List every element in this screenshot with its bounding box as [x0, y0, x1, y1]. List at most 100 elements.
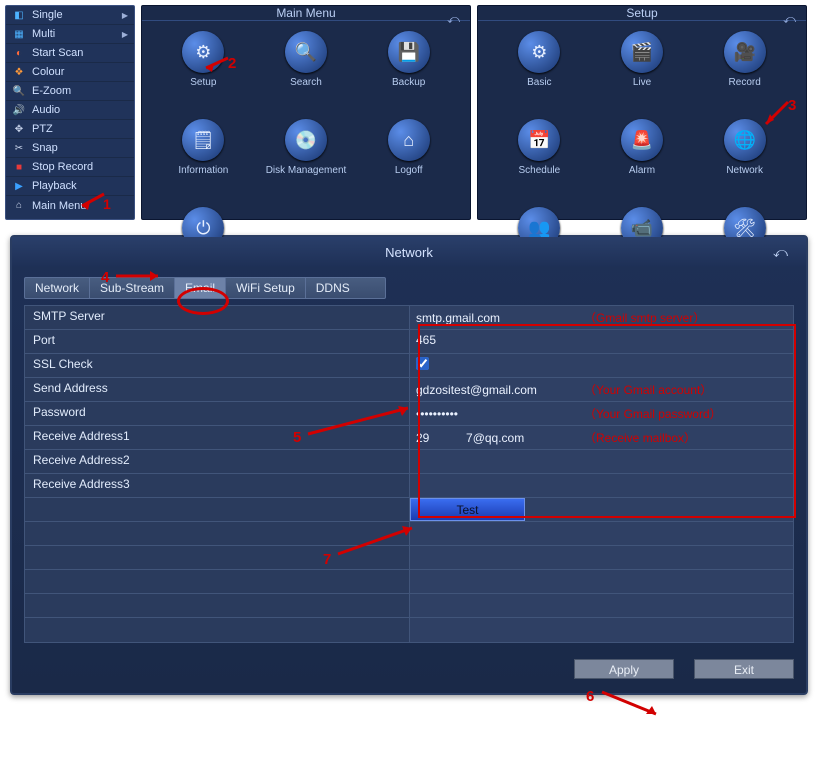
menu-item-snap[interactable]: ✂ Snap [6, 139, 134, 158]
submenu-arrow-icon: ▶ [122, 11, 128, 20]
e-zoom-icon: 🔍 [12, 84, 26, 98]
disk-management-icon: 💿 [285, 119, 327, 161]
menu-item-label: Start Scan [32, 47, 83, 59]
field-label: Receive Address2 [25, 450, 410, 473]
menu-item-label: Playback [32, 180, 77, 192]
audio-icon: 🔊 [12, 103, 26, 117]
tile-label: Basic [527, 77, 551, 88]
schedule-icon: 📅 [518, 119, 560, 161]
setup-tile-basic[interactable]: ⚙Basic [488, 31, 591, 111]
network-icon: 🌐 [724, 119, 766, 161]
form-row-send-address: Send Address（Your Gmail account） [25, 378, 793, 402]
empty-label [25, 498, 410, 521]
field-note: （Your Gmail password） [584, 405, 722, 422]
receive-address3-input[interactable] [416, 477, 576, 491]
tile-label: Alarm [629, 165, 655, 176]
email-settings-table: SMTP Server（Gmail smtp server）PortSSL Ch… [24, 305, 794, 643]
tile-label: Record [729, 77, 761, 88]
empty-value [410, 522, 793, 545]
menu-item-label: E-Zoom [32, 85, 71, 97]
menu-item-multi[interactable]: ▦Multi▶ [6, 25, 134, 44]
start-scan-icon: ◐ [12, 46, 26, 60]
receive-address2-input[interactable] [416, 453, 576, 467]
setup-tile-live[interactable]: 🎬 Live [591, 31, 694, 111]
menu-item-stop-record[interactable]: ■ Stop Record [6, 158, 134, 177]
menu-item-start-scan[interactable]: ◐ Start Scan [6, 44, 134, 63]
menu-item-label: Snap [32, 142, 58, 154]
tile-label: Live [633, 77, 651, 88]
field-note: （Receive mailbox） [584, 429, 696, 446]
send-address-input[interactable] [416, 383, 576, 397]
empty-label [25, 546, 410, 569]
main-menu-panel: Main Menu ⤺ ⚙Setup🔍Search💾Backup 🗒Informa… [141, 5, 471, 220]
mainmenu-tile-logoff[interactable]: ⌂Logoff [357, 119, 460, 199]
context-menu: ◧Single▶▦Multi▶ ◐ Start Scan ❖Colour 🔍 E-Zoom… [5, 5, 135, 220]
menu-item-colour[interactable]: ❖Colour [6, 63, 134, 82]
tile-label: Information [178, 165, 228, 176]
empty-value [410, 618, 793, 642]
field-label: Receive Address3 [25, 474, 410, 497]
setup-tile-schedule[interactable]: 📅 Schedule [488, 119, 591, 199]
tab-ddns[interactable]: DDNS [306, 278, 360, 298]
smtp-server-input[interactable] [416, 311, 576, 325]
field-value-cell [410, 474, 793, 497]
empty-label [25, 522, 410, 545]
field-label: SMTP Server [25, 306, 410, 329]
back-icon[interactable]: ⤺ [447, 12, 460, 27]
setup-icon: ⚙ [182, 31, 224, 73]
backup-icon: 💾 [388, 31, 430, 73]
tab-email[interactable]: Email [175, 278, 226, 298]
back-icon[interactable]: ⤺ [773, 244, 788, 261]
menu-item-label: Stop Record [32, 161, 93, 173]
menu-item-e-zoom[interactable]: 🔍 E-Zoom [6, 82, 134, 101]
record-icon: 🎥 [724, 31, 766, 73]
field-value-cell: （Your Gmail password） [410, 402, 793, 425]
tile-label: Schedule [518, 165, 560, 176]
field-label: Password [25, 402, 410, 425]
mainmenu-tile-backup[interactable]: 💾Backup [357, 31, 460, 111]
menu-item-ptz[interactable]: ✥PTZ [6, 120, 134, 139]
mainmenu-tile-disk-management[interactable]: 💿Disk Management [255, 119, 358, 199]
menu-item-audio[interactable]: 🔊Audio [6, 101, 134, 120]
mainmenu-tile-information[interactable]: 🗒Information [152, 119, 255, 199]
field-note: （Your Gmail account） [584, 381, 712, 398]
setup-title: Setup [626, 6, 657, 20]
ssl-check-checkbox[interactable] [416, 357, 429, 370]
panel-title: Main Menu ⤺ [142, 6, 470, 21]
colour-icon: ❖ [12, 65, 26, 79]
form-row-receive-address2: Receive Address2 [25, 450, 793, 474]
live-icon: 🎬 [621, 31, 663, 73]
form-row-port: Port [25, 330, 793, 354]
back-icon[interactable]: ⤺ [783, 12, 796, 27]
empty-value [410, 546, 793, 569]
setup-tile-record[interactable]: 🎥 Record [693, 31, 796, 111]
field-value-cell: （Your Gmail account） [410, 378, 793, 401]
menu-item-single[interactable]: ◧Single▶ [6, 6, 134, 25]
mainmenu-tile-search[interactable]: 🔍Search [255, 31, 358, 111]
password-input[interactable] [416, 407, 576, 421]
empty-row [25, 618, 793, 642]
tab-wifi-setup[interactable]: WiFi Setup [226, 278, 306, 298]
search-icon: 🔍 [285, 31, 327, 73]
tab-sub-stream[interactable]: Sub-Stream [90, 278, 175, 298]
form-row-password: Password （Your Gmail password） [25, 402, 793, 426]
tab-network[interactable]: Network [25, 278, 90, 298]
menu-item-playback[interactable]: ▶Playback [6, 177, 134, 196]
setup-tile-network[interactable]: 🌐Network [693, 119, 796, 199]
stop-record-icon: ■ [12, 160, 26, 174]
setup-tile-alarm[interactable]: 🚨Alarm [591, 119, 694, 199]
mainmenu-tile-setup[interactable]: ⚙Setup [152, 31, 255, 111]
field-value-cell [410, 330, 793, 353]
receive-address1-input[interactable] [416, 431, 576, 445]
menu-item-main-menu[interactable]: ⌂Main Menu [6, 196, 134, 215]
field-value-cell [410, 450, 793, 473]
field-label: SSL Check [25, 354, 410, 377]
exit-button[interactable]: Exit [694, 659, 794, 679]
setup-panel: Setup ⤺ ⚙Basic 🎬 Live 🎥 Record 📅 Schedule 🚨Alar… [477, 5, 807, 220]
test-button[interactable]: Test [410, 498, 525, 521]
form-row-smtp-server: SMTP Server（Gmail smtp server） [25, 306, 793, 330]
port-input[interactable] [416, 333, 576, 347]
field-value-cell: （Gmail smtp server） [410, 306, 793, 329]
snap-icon: ✂ [12, 141, 26, 155]
apply-button[interactable]: Apply [574, 659, 674, 679]
